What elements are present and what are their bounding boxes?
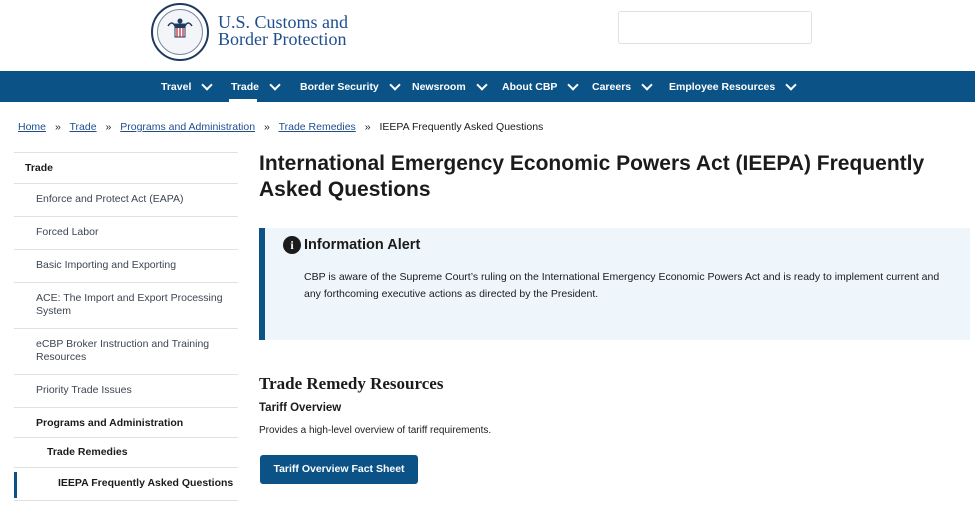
tariff-overview-fact-sheet-button[interactable]: Tariff Overview Fact Sheet	[260, 455, 418, 484]
breadcrumb-separator: »	[105, 121, 112, 133]
nav-item-border-security[interactable]: Border Security	[300, 71, 401, 102]
sidebar-item-label: Programs and Administration	[36, 417, 184, 429]
nav-item-employee-resources[interactable]: Employee Resources	[669, 71, 797, 102]
nav-item-newsroom[interactable]: Newsroom	[412, 71, 488, 102]
nav-item-about-cbp[interactable]: About CBP	[502, 71, 580, 102]
sidebar-item-eapa[interactable]: Enforce and Protect Act (EAPA)	[14, 183, 238, 216]
breadcrumb-trade-remedies[interactable]: Trade Remedies	[279, 121, 356, 133]
breadcrumb: Home » Trade » Programs and Administrati…	[18, 121, 543, 133]
nav-item-travel[interactable]: Travel	[161, 71, 214, 102]
nav-label: About CBP	[502, 80, 558, 93]
info-icon: i	[283, 236, 301, 254]
breadcrumb-current: IEEPA Frequently Asked Questions	[379, 121, 544, 133]
sidebar-item-trade-remedies[interactable]: Trade Remedies	[14, 437, 238, 467]
chevron-down-icon	[269, 78, 281, 91]
alert-body: CBP is aware of the Supreme Court’s ruli…	[304, 271, 940, 300]
sidebar-item-ieepa-faq[interactable]: IEEPA Frequently Asked Questions	[14, 467, 238, 501]
sidebar-item-label: eCBP Broker Instruction and Training Res…	[36, 338, 210, 363]
search-input[interactable]	[618, 11, 812, 44]
sidebar-item-label: Priority Trade Issues	[36, 384, 132, 396]
sidebar-item-label: Trade Remedies	[47, 446, 128, 458]
brand-name[interactable]: U.S. Customs and Border Protection	[218, 13, 348, 49]
breadcrumb-separator: »	[264, 121, 270, 133]
chevron-down-icon	[389, 78, 401, 91]
nav-label: Employee Resources	[669, 80, 776, 93]
sidebar-item-label: Trade	[25, 162, 54, 174]
nav-label: Careers	[592, 80, 632, 93]
sidebar-item-priority-trade-issues[interactable]: Priority Trade Issues	[14, 374, 238, 407]
breadcrumb-separator: »	[364, 121, 371, 133]
sidebar-item-label: IEEPA Frequently Asked Questions	[58, 477, 234, 489]
alert-heading: Information Alert	[304, 237, 421, 253]
nav-label: Newsroom	[412, 80, 466, 93]
nav-label: Trade	[231, 80, 260, 93]
breadcrumb-programs-and-administration[interactable]: Programs and Administration	[120, 121, 255, 133]
chevron-down-icon	[201, 78, 214, 91]
eagle-icon	[167, 18, 193, 38]
sidebar-item-programs-and-administration[interactable]: Programs and Administration	[14, 407, 238, 437]
chevron-down-icon	[476, 78, 488, 91]
tariff-overview-title: Tariff Overview	[259, 402, 342, 414]
current-page-indicator	[14, 472, 17, 498]
chevron-down-icon	[567, 78, 580, 91]
sidebar-item-forced-labor[interactable]: Forced Labor	[14, 216, 238, 249]
page-title: International Emergency Economic Powers …	[259, 152, 925, 201]
main-nav: Travel Trade Border Security Newsroom Ab…	[0, 71, 975, 102]
chevron-down-icon	[641, 78, 653, 91]
nav-item-careers[interactable]: Careers	[592, 71, 653, 102]
information-alert: i Information Alert CBP is aware of the …	[259, 228, 970, 340]
nav-label: Border Security	[300, 80, 379, 93]
sidebar-item-label: Enforce and Protect Act (EAPA)	[36, 193, 184, 205]
breadcrumb-trade[interactable]: Trade	[70, 121, 97, 133]
sidebar-item-trade[interactable]: Trade	[14, 152, 238, 183]
sidebar-item-ace[interactable]: ACE: The Import and Export Processing Sy…	[14, 282, 238, 328]
sidebar-item-label: ACE: The Import and Export Processing Sy…	[36, 292, 223, 317]
nav-item-trade[interactable]: Trade	[228, 71, 281, 102]
site-header: U.S. Customs and Border Protection	[0, 0, 975, 71]
sidebar-item-label: Basic Importing and Exporting	[36, 259, 177, 271]
brand-line-2: Border Protection	[218, 29, 347, 49]
nav-label: Travel	[161, 80, 192, 93]
breadcrumb-home[interactable]: Home	[18, 121, 46, 133]
section-title: Trade Remedy Resources	[259, 374, 444, 393]
sidebar-item-label: Forced Labor	[36, 226, 99, 238]
sidebar-item-ecbp-broker[interactable]: eCBP Broker Instruction and Training Res…	[14, 328, 238, 374]
cbp-seal-logo[interactable]	[151, 3, 209, 61]
sidebar-item-basic-importing[interactable]: Basic Importing and Exporting	[14, 249, 238, 282]
tariff-overview-description: Provides a high-level overview of tariff…	[259, 425, 492, 436]
chevron-down-icon	[785, 78, 797, 91]
breadcrumb-separator: »	[54, 121, 61, 133]
